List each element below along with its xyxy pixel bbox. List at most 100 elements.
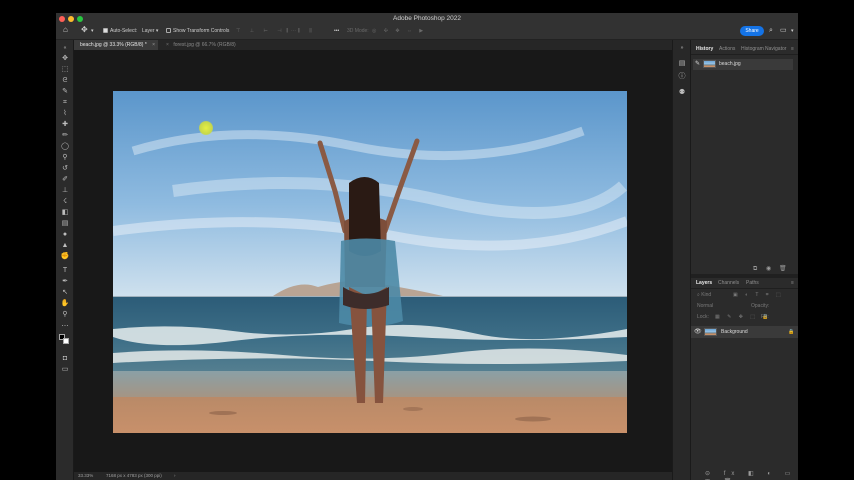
workspace-chevron-icon[interactable]: ▾	[791, 27, 794, 36]
show-transform-checkbox[interactable]: Show Transform Controls	[166, 27, 229, 36]
panel-menu-icon[interactable]: ≡	[791, 278, 794, 289]
status-menu-arrow[interactable]: ›	[174, 472, 176, 480]
edit-toolbar-icon[interactable]: ⋯	[60, 322, 70, 331]
healing-brush-tool-icon[interactable]: ✚	[60, 120, 70, 129]
tab-label: beach.jpg @ 33.3% (RGB/8) *	[80, 42, 147, 48]
tab-channels[interactable]: Channels	[718, 278, 739, 289]
info-icon[interactable]: ⓘ	[678, 73, 686, 81]
pen-tool-icon[interactable]: ✒	[60, 277, 70, 286]
expand-panels-icon[interactable]: »	[678, 44, 686, 52]
canvas-area[interactable]	[74, 50, 672, 472]
tab-beach[interactable]: beach.jpg @ 33.3% (RGB/8) * ×	[74, 40, 158, 50]
share-button[interactable]: Share	[740, 26, 764, 36]
title-bar: Adobe Photoshop 2022	[56, 13, 798, 24]
gradient-tool-icon[interactable]: ▤	[60, 219, 70, 228]
path-selection-tool-icon[interactable]: ↖	[60, 288, 70, 297]
tab-label: forest.jpg @ 66.7% (RGB/8)	[173, 42, 236, 48]
smudge-tool-icon[interactable]: ☇	[60, 197, 70, 206]
history-thumbnail	[703, 60, 716, 68]
auto-select-dropdown[interactable]: Layer ▾	[142, 27, 158, 36]
tab-actions[interactable]: Actions	[719, 44, 735, 55]
distribute-icons[interactable]: ⫼ ⫼ ⫼	[286, 27, 316, 36]
3d-mode-icons[interactable]: ◎ ✣ ✥ ⇔ ▶	[372, 27, 426, 36]
lock-icon[interactable]: 🔒	[788, 326, 794, 338]
blend-mode-dropdown[interactable]: Normal	[697, 302, 713, 310]
checkbox-unchecked-icon	[166, 28, 171, 33]
tab-forest[interactable]: × forest.jpg @ 66.7% (RGB/8)	[160, 40, 246, 50]
panel-menu-icon[interactable]: ≡	[791, 44, 794, 55]
document-info: 7168 px x 4783 px (300 ppi)	[106, 473, 162, 478]
close-tab-icon[interactable]: ×	[152, 40, 155, 50]
auto-select-checkbox[interactable]: Auto-Select:	[103, 27, 137, 36]
layer-thumbnail	[704, 328, 717, 336]
search-icon[interactable]: ⌕	[769, 26, 773, 35]
hand-tool-icon[interactable]: ✋	[60, 299, 70, 308]
lock-label: Lock:	[697, 314, 709, 320]
auto-select-value: Layer	[142, 28, 155, 34]
lasso-tool-icon[interactable]: ᘓ	[60, 76, 70, 85]
chevron-down-icon: ▾	[155, 28, 159, 34]
delete-state-icon[interactable]: 🗑	[779, 265, 787, 273]
tool-preset-chevron-icon[interactable]: ▾	[91, 27, 94, 36]
stamp-tool-icon[interactable]: ⊥	[60, 186, 70, 195]
history-item[interactable]: ✎ beach.jpg	[693, 59, 793, 70]
background-color-swatch[interactable]	[63, 338, 69, 344]
layer-row-background[interactable]: 👁 Background 🔒	[691, 326, 798, 338]
blur-tool-icon[interactable]: ●	[60, 230, 70, 239]
ellipse-tool-icon[interactable]: ◯	[60, 142, 70, 151]
visibility-eye-icon[interactable]: 👁	[694, 326, 702, 338]
quick-selection-tool-icon[interactable]: ✎	[60, 87, 70, 96]
screen-mode-icon[interactable]: ▭	[60, 365, 70, 374]
move-tool-icon[interactable]: ✥	[81, 25, 88, 34]
brush-tool-icon[interactable]: ✏	[60, 131, 70, 140]
tools-panel: « ✥ ⬚ ᘓ ✎ ⌗ ⌇ ✚ ✏ ◯ ⚲ ↺ ✐ ⊥ ☇ ◧ ▤ ● ▲ ✊ …	[56, 40, 74, 480]
photoshop-window: Adobe Photoshop 2022 ⌂ ✥ ▾ Auto-Select: …	[56, 13, 798, 480]
pencil-tool-icon[interactable]: ✐	[60, 175, 70, 184]
tab-navigator[interactable]: Navigator	[765, 44, 786, 55]
zoom-level[interactable]: 33.33%	[78, 472, 93, 480]
zoom-tool-icon[interactable]: ⚲	[60, 310, 70, 319]
window-title: Adobe Photoshop 2022	[393, 15, 461, 22]
burn-tool-icon[interactable]: ✊	[60, 252, 70, 261]
type-tool-icon[interactable]: T	[60, 266, 70, 275]
tab-layers[interactable]: Layers	[696, 278, 712, 289]
status-bar: 33.33% 7168 px x 4783 px (300 ppi) ›	[74, 472, 672, 480]
clone-stamp-tool-icon[interactable]: ⚲	[60, 153, 70, 162]
eyedropper-tool-icon[interactable]: ⌇	[60, 109, 70, 118]
marquee-tool-icon[interactable]: ⬚	[60, 65, 70, 74]
history-brush-tool-icon[interactable]: ↺	[60, 164, 70, 173]
toolbar-collapse-icon[interactable]: «	[60, 44, 70, 53]
checkbox-checked-icon	[103, 28, 108, 33]
history-brush-source-icon[interactable]: ✎	[695, 59, 700, 70]
show-transform-label: Show Transform Controls	[173, 28, 230, 34]
crop-tool-icon[interactable]: ⌗	[60, 98, 70, 107]
move-tool-icon[interactable]: ✥	[60, 54, 70, 63]
history-panel-tabs: History Actions Histogram Navigator ≡	[691, 44, 798, 55]
history-item-label: beach.jpg	[719, 61, 741, 67]
snapshot-camera-icon[interactable]: ◉	[766, 265, 771, 273]
auto-select-label: Auto-Select:	[110, 28, 138, 34]
fill-label[interactable]: Fill:	[761, 313, 769, 321]
layer-filter-kind[interactable]: ⌕ Kind	[697, 291, 711, 299]
eraser-tool-icon[interactable]: ◧	[60, 208, 70, 217]
panel-icon-strip: » ▤ ⓘ ⚉	[672, 40, 690, 480]
3d-mode-label: 3D Mode:	[347, 28, 369, 34]
dodge-tool-icon[interactable]: ▲	[60, 241, 70, 250]
opacity-label[interactable]: Opacity:	[751, 302, 769, 310]
brush-cursor	[199, 121, 213, 135]
layers-bottom-icons[interactable]: ⊝ fx ◧ ◐ ▭ ⊞ 🗑	[705, 470, 798, 480]
layer-filter-icons[interactable]: ▣ ◐ T ⌗ ⬚	[733, 291, 784, 299]
new-document-from-state-icon[interactable]: ⧉	[753, 265, 757, 273]
tab-paths[interactable]: Paths	[746, 278, 759, 289]
quick-mask-icon[interactable]: ◘	[60, 354, 70, 363]
properties-icon[interactable]: ⚉	[678, 89, 686, 97]
tab-history[interactable]: History	[696, 44, 713, 55]
workspace-icon[interactable]: ▭	[780, 26, 787, 35]
layer-name[interactable]: Background	[721, 326, 748, 338]
beach-photo[interactable]	[113, 91, 627, 433]
home-icon[interactable]: ⌂	[63, 25, 68, 34]
more-options-icon[interactable]: •••	[334, 27, 339, 36]
history-panel-icon[interactable]: ▤	[678, 60, 686, 68]
tab-histogram[interactable]: Histogram	[741, 44, 764, 55]
close-tab-icon[interactable]: ×	[166, 42, 169, 48]
